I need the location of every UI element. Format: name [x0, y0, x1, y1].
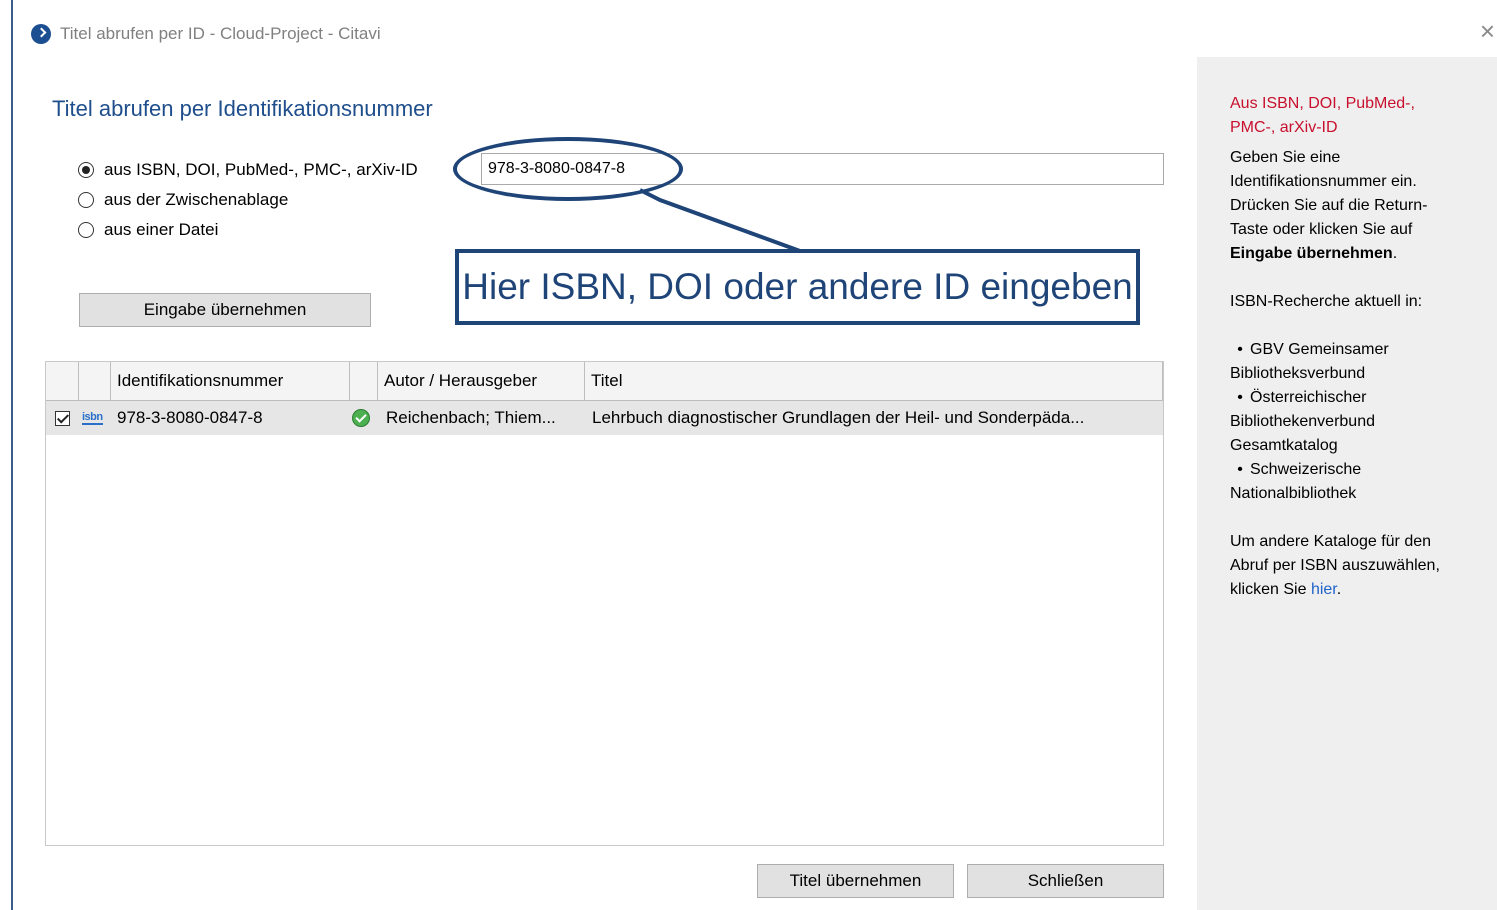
instructions-line: Eingabe übernehmen. — [1230, 242, 1492, 266]
instructions-line: Geben Sie eine — [1230, 149, 1341, 166]
instructions-line: Drücken Sie auf die Return- — [1230, 197, 1428, 214]
catalog-name: Schweizerische — [1250, 461, 1362, 478]
import-title-button[interactable]: Titel übernehmen — [757, 864, 954, 898]
row-id: 978-3-8080-0847-8 — [117, 408, 263, 427]
catalog-name: GBV Gemeinsamer — [1250, 341, 1389, 358]
dialog-window: Titel abrufen per ID - Cloud-Project - C… — [0, 0, 1497, 910]
catalog-item: • Schweizerische — [1230, 458, 1492, 482]
radio-label: aus ISBN, DOI, PubMed-, PMC-, arXiv-ID — [104, 160, 418, 179]
catalog-name-cont: Nationalbibliothek — [1230, 485, 1357, 502]
catalog-name: Österreichischer — [1250, 389, 1367, 406]
check-circle-icon — [352, 409, 370, 427]
callout-box: Hier ISBN, DOI oder andere ID eingeben — [455, 249, 1140, 325]
sidebar-heading-line: PMC-, arXiv-ID — [1230, 119, 1338, 136]
instructions-line: Taste oder klicken Sie auf — [1230, 221, 1413, 238]
catalog-settings-link[interactable]: hier — [1311, 581, 1337, 598]
results-table: Identifikationsnummer Autor / Herausgebe… — [45, 361, 1164, 846]
other-catalogs-line: Um andere Kataloge für den — [1230, 533, 1432, 550]
sidebar-heading-line: Aus ISBN, DOI, PubMed-, — [1230, 95, 1415, 112]
window-border — [11, 0, 13, 910]
instructions-bold: Eingabe übernehmen — [1230, 245, 1393, 262]
other-catalogs-prefix: klicken Sie — [1230, 581, 1307, 598]
apply-input-button[interactable]: Eingabe übernehmen — [79, 293, 371, 327]
bullet: • — [1237, 389, 1243, 406]
table-row[interactable]: isbn 978-3-8080-0847-8 Reichenbach; Thie… — [46, 401, 1163, 435]
column-header-id[interactable]: Identifikationsnummer — [111, 362, 350, 400]
sidebar-instructions: Geben Sie eine Identifikationsnummer ein… — [1230, 146, 1492, 266]
other-catalogs-line: klicken Sie hier. — [1230, 578, 1492, 602]
radio-button[interactable] — [78, 192, 94, 208]
other-catalogs-line: Abruf per ISBN auszuwählen, — [1230, 557, 1440, 574]
catalog-name-cont: Gesamtkatalog — [1230, 437, 1338, 454]
instructions-period: . — [1392, 245, 1398, 262]
radio-button[interactable] — [78, 162, 94, 178]
bullet: • — [1237, 461, 1243, 478]
row-title: Lehrbuch diagnostischer Grundlagen der H… — [592, 408, 1085, 427]
instructions-line: Identifikationsnummer ein. — [1230, 173, 1417, 190]
row-type-cell: isbn — [82, 401, 108, 435]
column-header-title[interactable]: Titel — [585, 362, 1163, 400]
close-button[interactable]: Schließen — [967, 864, 1164, 898]
radio-option-clipboard[interactable]: aus der Zwischenablage — [78, 189, 288, 211]
other-catalogs-suffix: . — [1336, 581, 1342, 598]
other-catalogs-text: Um andere Kataloge für den Abruf per ISB… — [1230, 530, 1492, 602]
table-header: Identifikationsnummer Autor / Herausgebe… — [46, 362, 1163, 401]
catalog-item: • Österreichischer — [1230, 386, 1492, 410]
window-title: Titel abrufen per ID - Cloud-Project - C… — [60, 24, 381, 43]
catalog-list: • GBV Gemeinsamer Bibliotheksverbund • Öst… — [1230, 338, 1492, 506]
close-icon[interactable]: × — [1480, 16, 1495, 47]
row-checkbox[interactable] — [55, 410, 70, 426]
column-header-author[interactable]: Autor / Herausgeber — [378, 362, 585, 400]
page-heading: Titel abrufen per Identifikationsnummer — [52, 96, 433, 121]
isbn-search-heading: ISBN-Recherche aktuell in: — [1230, 293, 1423, 310]
radio-button[interactable] — [78, 222, 94, 238]
row-author: Reichenbach; Thiem... — [386, 408, 556, 427]
column-header-checkbox[interactable] — [46, 362, 79, 400]
row-status-cell — [352, 401, 376, 435]
citavi-app-icon — [31, 24, 51, 44]
radio-option-id[interactable]: aus ISBN, DOI, PubMed-, PMC-, arXiv-ID — [78, 159, 418, 181]
isbn-icon: isbn — [82, 410, 103, 425]
row-checkbox-cell[interactable] — [55, 401, 75, 435]
catalog-name-cont: Bibliothekenverbund — [1230, 413, 1375, 430]
column-header-status[interactable] — [350, 362, 378, 400]
radio-label: aus einer Datei — [104, 220, 219, 239]
radio-option-file[interactable]: aus einer Datei — [78, 219, 218, 241]
column-header-type[interactable] — [79, 362, 111, 400]
id-input[interactable] — [481, 153, 1164, 185]
bullet: • — [1237, 341, 1243, 358]
sidebar-heading: Aus ISBN, DOI, PubMed-, PMC-, arXiv-ID — [1230, 92, 1492, 140]
catalog-item: • GBV Gemeinsamer — [1230, 338, 1492, 362]
catalog-name-cont: Bibliotheksverbund — [1230, 365, 1366, 382]
radio-label: aus der Zwischenablage — [104, 190, 289, 209]
